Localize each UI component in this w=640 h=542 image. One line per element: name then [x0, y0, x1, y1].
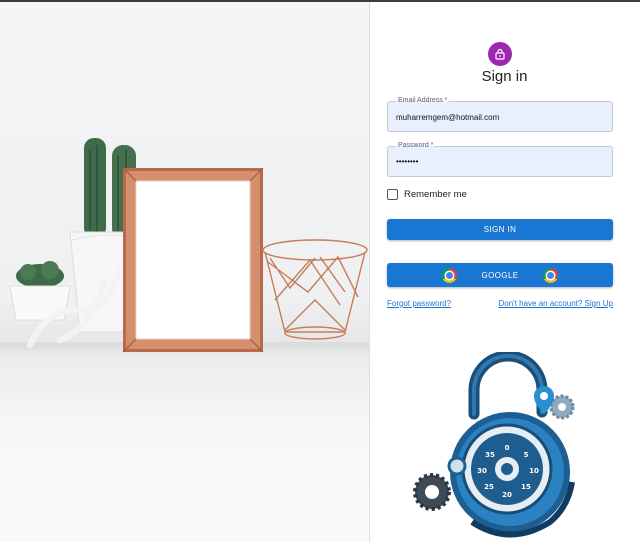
forgot-password-link[interactable]: Forgot password? — [387, 299, 451, 308]
password-field[interactable]: Password * •••••••• — [387, 142, 613, 177]
remember-me-checkbox[interactable] — [387, 188, 398, 200]
google-button-label: GOOGLE — [481, 270, 519, 280]
lock-icon — [495, 48, 505, 60]
dial-number: 0 — [505, 444, 510, 452]
password-field-label: Password * — [396, 142, 436, 149]
email-field[interactable]: Email Address * muharremgem@hotmail.com — [387, 97, 613, 132]
remember-me-label: Remember me — [404, 188, 467, 200]
lock-avatar — [488, 42, 512, 66]
sign-in-button[interactable]: SIGN IN — [387, 219, 613, 240]
hero-photo — [0, 2, 369, 542]
copper-wire-basket — [262, 239, 368, 340]
dial-number: 15 — [521, 483, 531, 491]
page-title: Sign in — [481, 68, 528, 85]
email-field-label: Email Address * — [396, 97, 450, 104]
sign-up-link[interactable]: Don't have an account? Sign Up — [499, 299, 614, 308]
email-field-value[interactable]: muharremgem@hotmail.com — [396, 113, 499, 122]
dial-number: 25 — [484, 483, 494, 491]
chrome-icon — [542, 267, 558, 283]
dial-number: 5 — [524, 451, 529, 459]
dial-number: 20 — [502, 491, 512, 499]
sign-in-button-label: SIGN IN — [483, 225, 517, 234]
photo-scene — [9, 138, 368, 353]
password-field-value[interactable]: •••••••• — [396, 157, 418, 166]
knob-icon — [447, 456, 467, 476]
picture-frame — [122, 167, 264, 353]
dial-number: 30 — [477, 467, 487, 475]
google-sign-in-button[interactable]: GOOGLE — [387, 263, 613, 287]
dial-number: 10 — [529, 467, 539, 475]
dial-number: 35 — [485, 451, 495, 459]
chrome-icon — [442, 267, 458, 283]
padlock-illustration: 0 5 10 15 20 25 30 35 — [413, 352, 575, 538]
remember-me-row[interactable]: Remember me — [387, 188, 467, 200]
